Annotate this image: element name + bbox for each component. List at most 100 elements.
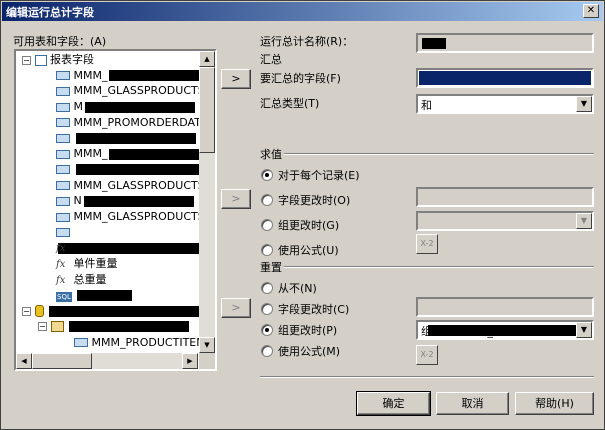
- close-button[interactable]: ✕: [583, 4, 599, 18]
- tree-item[interactable]: MMM_: [56, 146, 210, 162]
- redacted-text: [85, 101, 195, 113]
- chevron-down-icon[interactable]: ▼: [576, 322, 592, 338]
- tree-item[interactable]: −: [38, 319, 189, 335]
- scroll-left-arrow[interactable]: ◀: [16, 353, 32, 369]
- evaluate-radio-1[interactable]: [261, 194, 273, 206]
- redacted-text: [75, 242, 156, 254]
- redacted-name: [422, 38, 446, 49]
- reset-group-dropdown[interactable]: 组 #1: MMM_PROMORDERDAT ▼: [416, 320, 594, 340]
- evaluate-group-dropdown[interactable]: ▼: [416, 211, 594, 231]
- tree-item-label: N: [73, 194, 82, 208]
- reset-field-input[interactable]: [416, 297, 594, 317]
- evaluate-option-label[interactable]: 组更改时(G): [278, 217, 339, 233]
- redacted-text: [75, 133, 196, 144]
- dialog-window: 编辑运行总计字段 ✕ 可用表和字段：(A) − 报表字段 MMM_ MMM_GL…: [0, 0, 605, 430]
- dialog-title: 编辑运行总计字段: [6, 6, 94, 19]
- field-icon: [56, 118, 70, 128]
- scroll-right-arrow[interactable]: ▶: [182, 353, 198, 369]
- tree-vertical-scrollbar[interactable]: ▲ ▼: [199, 51, 215, 353]
- tree-item[interactable]: fx: [56, 240, 156, 256]
- chevron-down-icon[interactable]: ▼: [576, 96, 592, 112]
- tree-item[interactable]: SQL: [56, 288, 133, 304]
- evaluate-option-label[interactable]: 对于每个记录(E): [278, 167, 360, 183]
- redacted-text: [109, 148, 210, 160]
- tree-item-label: 单件重量: [73, 257, 118, 271]
- tree-horizontal-scrollbar[interactable]: ◀ ▶: [16, 353, 198, 369]
- hscroll-thumb[interactable]: [32, 353, 92, 369]
- tree-item[interactable]: MMM_GLASSPRODUCTS: [56, 209, 205, 225]
- evaluate-option-label[interactable]: 字段更改时(O): [278, 192, 350, 208]
- cancel-button[interactable]: 取消: [436, 392, 509, 415]
- tree-item-label: MMM_GLASSPRODUCTS.I: [73, 84, 212, 98]
- reset-option-label[interactable]: 从不(N): [278, 280, 317, 296]
- tree-item[interactable]: fx 单件重量: [56, 256, 118, 272]
- evaluate-field-input[interactable]: [416, 187, 594, 207]
- scroll-down-arrow[interactable]: ▼: [199, 337, 215, 353]
- formula-icon: fx: [56, 259, 66, 271]
- tree-item[interactable]: −: [22, 303, 199, 319]
- field-to-summarize-field[interactable]: [416, 68, 594, 88]
- tree-item[interactable]: [56, 131, 196, 147]
- evaluate-formula-icon[interactable]: X-2: [416, 234, 438, 254]
- ok-button[interactable]: 确定: [356, 391, 431, 416]
- fields-tree[interactable]: − 报表字段 MMM_ MMM_GLASSPRODUCTS.I M MMM_PR…: [14, 49, 217, 371]
- tree-item[interactable]: fx 总重量: [56, 272, 107, 288]
- tree-item[interactable]: MMM_PRODUCTITEM: [74, 335, 206, 351]
- field-icon: [56, 228, 70, 238]
- summary-type-dropdown[interactable]: 和 ▼: [416, 94, 594, 114]
- field-icon: [56, 71, 70, 81]
- tree-item[interactable]: MMM_: [56, 68, 200, 84]
- collapse-icon[interactable]: −: [38, 322, 47, 332]
- collapse-icon[interactable]: −: [22, 306, 31, 316]
- field-icon: [56, 181, 70, 191]
- collapse-icon[interactable]: −: [22, 55, 31, 65]
- evaluate-radio-0[interactable]: [261, 169, 273, 181]
- tree-item[interactable]: [56, 225, 215, 255]
- tree-item-label: MMM_GLASSPRODUCTS: [73, 210, 205, 223]
- reset-heading: 重置: [260, 261, 282, 274]
- formula-icon: fx: [56, 274, 66, 286]
- summary-type-label: 汇总类型(T): [260, 97, 320, 110]
- reset-radio-2[interactable]: [261, 324, 273, 336]
- reset-radio-0[interactable]: [261, 282, 273, 294]
- reset-radio-1[interactable]: [261, 303, 273, 315]
- evaluate-option-label[interactable]: 使用公式(U): [278, 242, 339, 258]
- add-evaluate-field-button[interactable]: >: [221, 189, 251, 209]
- tree-item[interactable]: − 报表字段: [22, 52, 94, 68]
- chevron-down-icon[interactable]: ▼: [576, 213, 592, 229]
- reset-option-label[interactable]: 字段更改时(C): [278, 301, 349, 317]
- reset-formula-icon[interactable]: X-2: [416, 345, 438, 365]
- tree-item[interactable]: MMM_GLASSPRODUCTS.I: [56, 83, 211, 99]
- tree-item[interactable]: M: [56, 99, 195, 115]
- tree-item[interactable]: MMM_GLASSPRODUCTS.: [56, 178, 208, 194]
- add-summary-field-button[interactable]: >: [221, 69, 251, 89]
- reset-option-label[interactable]: 组更改时(P): [278, 322, 337, 338]
- help-button[interactable]: 帮助(H): [515, 392, 594, 415]
- tree-item-label: MMM_PROMORDERDATA: [73, 115, 208, 129]
- redacted-text: [77, 290, 133, 301]
- scroll-thumb[interactable]: [199, 67, 215, 153]
- table-icon: [50, 321, 64, 333]
- running-total-name-field[interactable]: [416, 33, 594, 53]
- evaluate-radio-3[interactable]: [261, 244, 273, 256]
- evaluate-heading: 求值: [260, 148, 282, 161]
- reset-option-label[interactable]: 使用公式(M): [278, 343, 340, 359]
- add-reset-field-button[interactable]: >: [221, 298, 251, 318]
- redacted-group: [428, 325, 578, 336]
- tree-item-label: MMM_: [73, 68, 108, 82]
- evaluate-radio-2[interactable]: [261, 219, 273, 231]
- redacted-text: [69, 321, 189, 333]
- reset-radio-3[interactable]: [261, 345, 273, 357]
- scroll-up-arrow[interactable]: ▲: [199, 51, 215, 67]
- summary-type-value: 和: [421, 99, 432, 112]
- tree-item[interactable]: MMM_PROMORDERDATA: [56, 115, 208, 131]
- tree-item-label: M: [73, 100, 84, 114]
- tree-item[interactable]: N: [56, 193, 194, 209]
- tree-item-label: 报表字段: [50, 53, 94, 66]
- bottom-divider: [260, 376, 594, 378]
- field-icon: [56, 134, 70, 143]
- formula-icon: fx: [56, 243, 66, 255]
- field-to-summarize-label: 要汇总的字段(F): [260, 72, 341, 85]
- tree-item[interactable]: [56, 162, 201, 178]
- tree-item-label: 总重量: [73, 272, 107, 286]
